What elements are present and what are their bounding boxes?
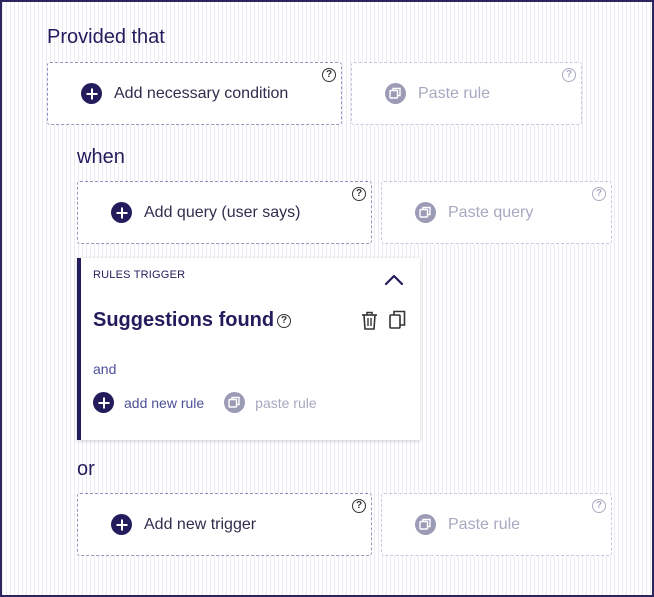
paste-icon xyxy=(385,83,406,104)
help-icon[interactable]: ? xyxy=(592,187,606,201)
copy-icon[interactable] xyxy=(389,310,406,335)
rule-editor-panel: Provided that Add necessary condition ? … xyxy=(0,0,654,597)
paste-rule-button[interactable]: Paste rule ? xyxy=(351,62,582,125)
paste-rule-link[interactable]: paste rule xyxy=(255,395,316,411)
and-label: and xyxy=(93,361,117,377)
rules-trigger-kicker: RULES TRIGGER xyxy=(93,269,186,281)
chevron-up-icon[interactable] xyxy=(384,273,404,291)
paste-rule-label: Paste rule xyxy=(448,515,521,533)
paste-query-button[interactable]: Paste query ? xyxy=(381,181,612,244)
or-heading: or xyxy=(77,458,95,480)
paste-icon xyxy=(415,514,436,535)
add-necessary-condition-button[interactable]: Add necessary condition ? xyxy=(47,62,342,125)
when-heading: when xyxy=(77,146,125,168)
card-actions: add new rule paste rule xyxy=(93,392,317,413)
paste-icon[interactable] xyxy=(224,392,246,413)
trigger-title-text: Suggestions found xyxy=(93,309,275,331)
add-new-trigger-label: Add new trigger xyxy=(144,515,257,533)
provided-that-heading: Provided that xyxy=(47,26,165,48)
add-query-button[interactable]: Add query (user says) ? xyxy=(77,181,372,244)
add-new-rule-link[interactable]: add new rule xyxy=(124,395,204,411)
paste-icon xyxy=(415,202,436,223)
plus-circle-icon xyxy=(111,202,132,223)
help-icon[interactable]: ? xyxy=(592,499,606,513)
paste-rule-button[interactable]: Paste rule ? xyxy=(381,493,612,556)
add-new-trigger-button[interactable]: Add new trigger ? xyxy=(77,493,372,556)
add-necessary-condition-label: Add necessary condition xyxy=(114,84,289,102)
plus-circle-icon xyxy=(81,83,102,104)
trigger-title: Suggestions found ? xyxy=(93,309,292,332)
help-icon[interactable]: ? xyxy=(322,68,336,82)
trash-icon[interactable] xyxy=(361,311,378,335)
help-icon[interactable]: ? xyxy=(352,187,366,201)
help-icon[interactable]: ? xyxy=(277,313,292,328)
paste-rule-label: Paste rule xyxy=(418,84,491,102)
plus-circle-icon xyxy=(111,514,132,535)
help-icon[interactable]: ? xyxy=(562,68,576,82)
rules-trigger-card: RULES TRIGGER Suggestions found ? and ad… xyxy=(77,258,420,440)
paste-query-label: Paste query xyxy=(448,203,534,221)
add-query-label: Add query (user says) xyxy=(144,203,301,221)
plus-circle-icon[interactable] xyxy=(93,392,114,413)
help-icon[interactable]: ? xyxy=(352,499,366,513)
